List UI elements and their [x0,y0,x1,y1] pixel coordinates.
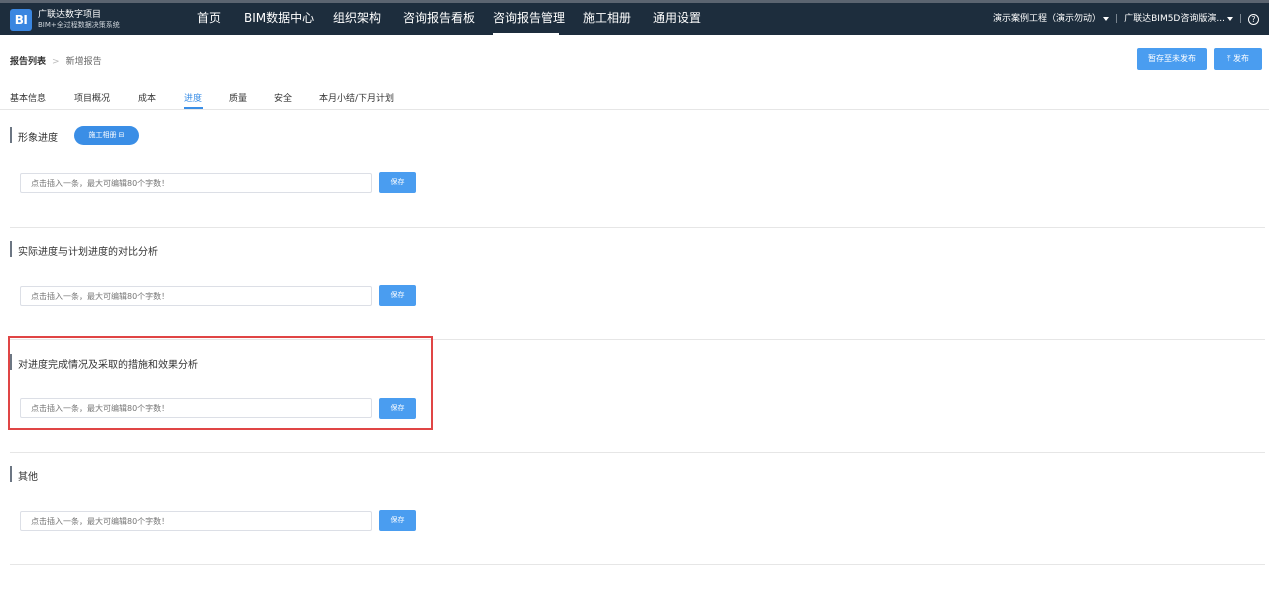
tabs-divider [0,109,1269,110]
plan-comparison-input[interactable] [20,286,372,306]
section-marker [10,466,12,482]
breadcrumb-report-list[interactable]: 报告列表 [10,57,46,67]
section-title-other: 其他 [18,472,38,483]
tab-basic-info[interactable]: 基本信息 [10,91,46,104]
save-button[interactable]: 保存 [379,510,416,531]
section-title-plan-comparison: 实际进度与计划进度的对比分析 [18,247,158,258]
nav-organization[interactable]: 组织架构 [333,3,381,35]
tab-monthly-summary[interactable]: 本月小结/下月计划 [319,91,394,104]
app-title: 广联达数字项目 [38,10,102,20]
publish-button[interactable]: ⤒ 发布 [1214,48,1262,70]
section-divider [10,564,1265,565]
section-divider [10,227,1265,228]
tab-project-overview[interactable]: 项目概况 [74,91,110,104]
top-nav-bar: BI 广联达数字项目 BIM+全过程数据决策系统 首页 BIM数据中心 组织架构… [0,0,1269,35]
nav-report-management[interactable]: 咨询报告管理 [493,3,565,35]
save-button[interactable]: 保存 [379,285,416,306]
measures-analysis-input[interactable] [20,398,372,418]
app-logo-icon[interactable]: BI [10,9,32,31]
section-divider [10,452,1265,453]
section-marker [10,241,12,257]
tab-progress[interactable]: 进度 [184,91,202,104]
tab-cost[interactable]: 成本 [138,91,156,104]
save-button[interactable]: 保存 [379,172,416,193]
separator: | [1115,14,1119,24]
section-marker [10,127,12,143]
help-icon[interactable]: ? [1248,13,1259,25]
construction-album-button[interactable]: 施工相册 ⊟ [74,126,139,145]
image-progress-input[interactable] [20,173,372,193]
nav-bim-data-center[interactable]: BIM数据中心 [244,3,314,35]
save-button[interactable]: 保存 [379,398,416,419]
top-right-controls: 演示案例工程（演示勿动） | 广联达BIM5D咨询版演... | ? [993,3,1259,35]
breadcrumb-separator: > [52,57,60,67]
section-title-image-progress: 形象进度 [18,133,58,144]
nav-report-dashboard[interactable]: 咨询报告看板 [403,3,475,35]
nav-construction-album[interactable]: 施工相册 [583,3,631,35]
breadcrumb: 报告列表 > 新增报告 [10,54,102,67]
chevron-down-icon [1103,17,1110,21]
nav-general-settings[interactable]: 通用设置 [653,3,701,35]
app-subtitle: BIM+全过程数据决策系统 [38,21,120,29]
section-title-measures-analysis: 对进度完成情况及采取的措施和效果分析 [18,360,198,371]
chevron-down-icon [1226,17,1233,21]
breadcrumb-new-report: 新增报告 [65,57,102,67]
save-draft-button[interactable]: 暂存至未发布 [1137,48,1207,70]
tab-quality[interactable]: 质量 [229,91,247,104]
section-marker [10,354,12,370]
other-input[interactable] [20,511,372,531]
project-selector[interactable]: 演示案例工程（演示勿动） [993,3,1110,35]
separator: | [1238,14,1242,24]
product-selector[interactable]: 广联达BIM5D咨询版演... [1124,3,1233,35]
nav-home[interactable]: 首页 [195,3,223,35]
tab-safety[interactable]: 安全 [274,91,292,104]
